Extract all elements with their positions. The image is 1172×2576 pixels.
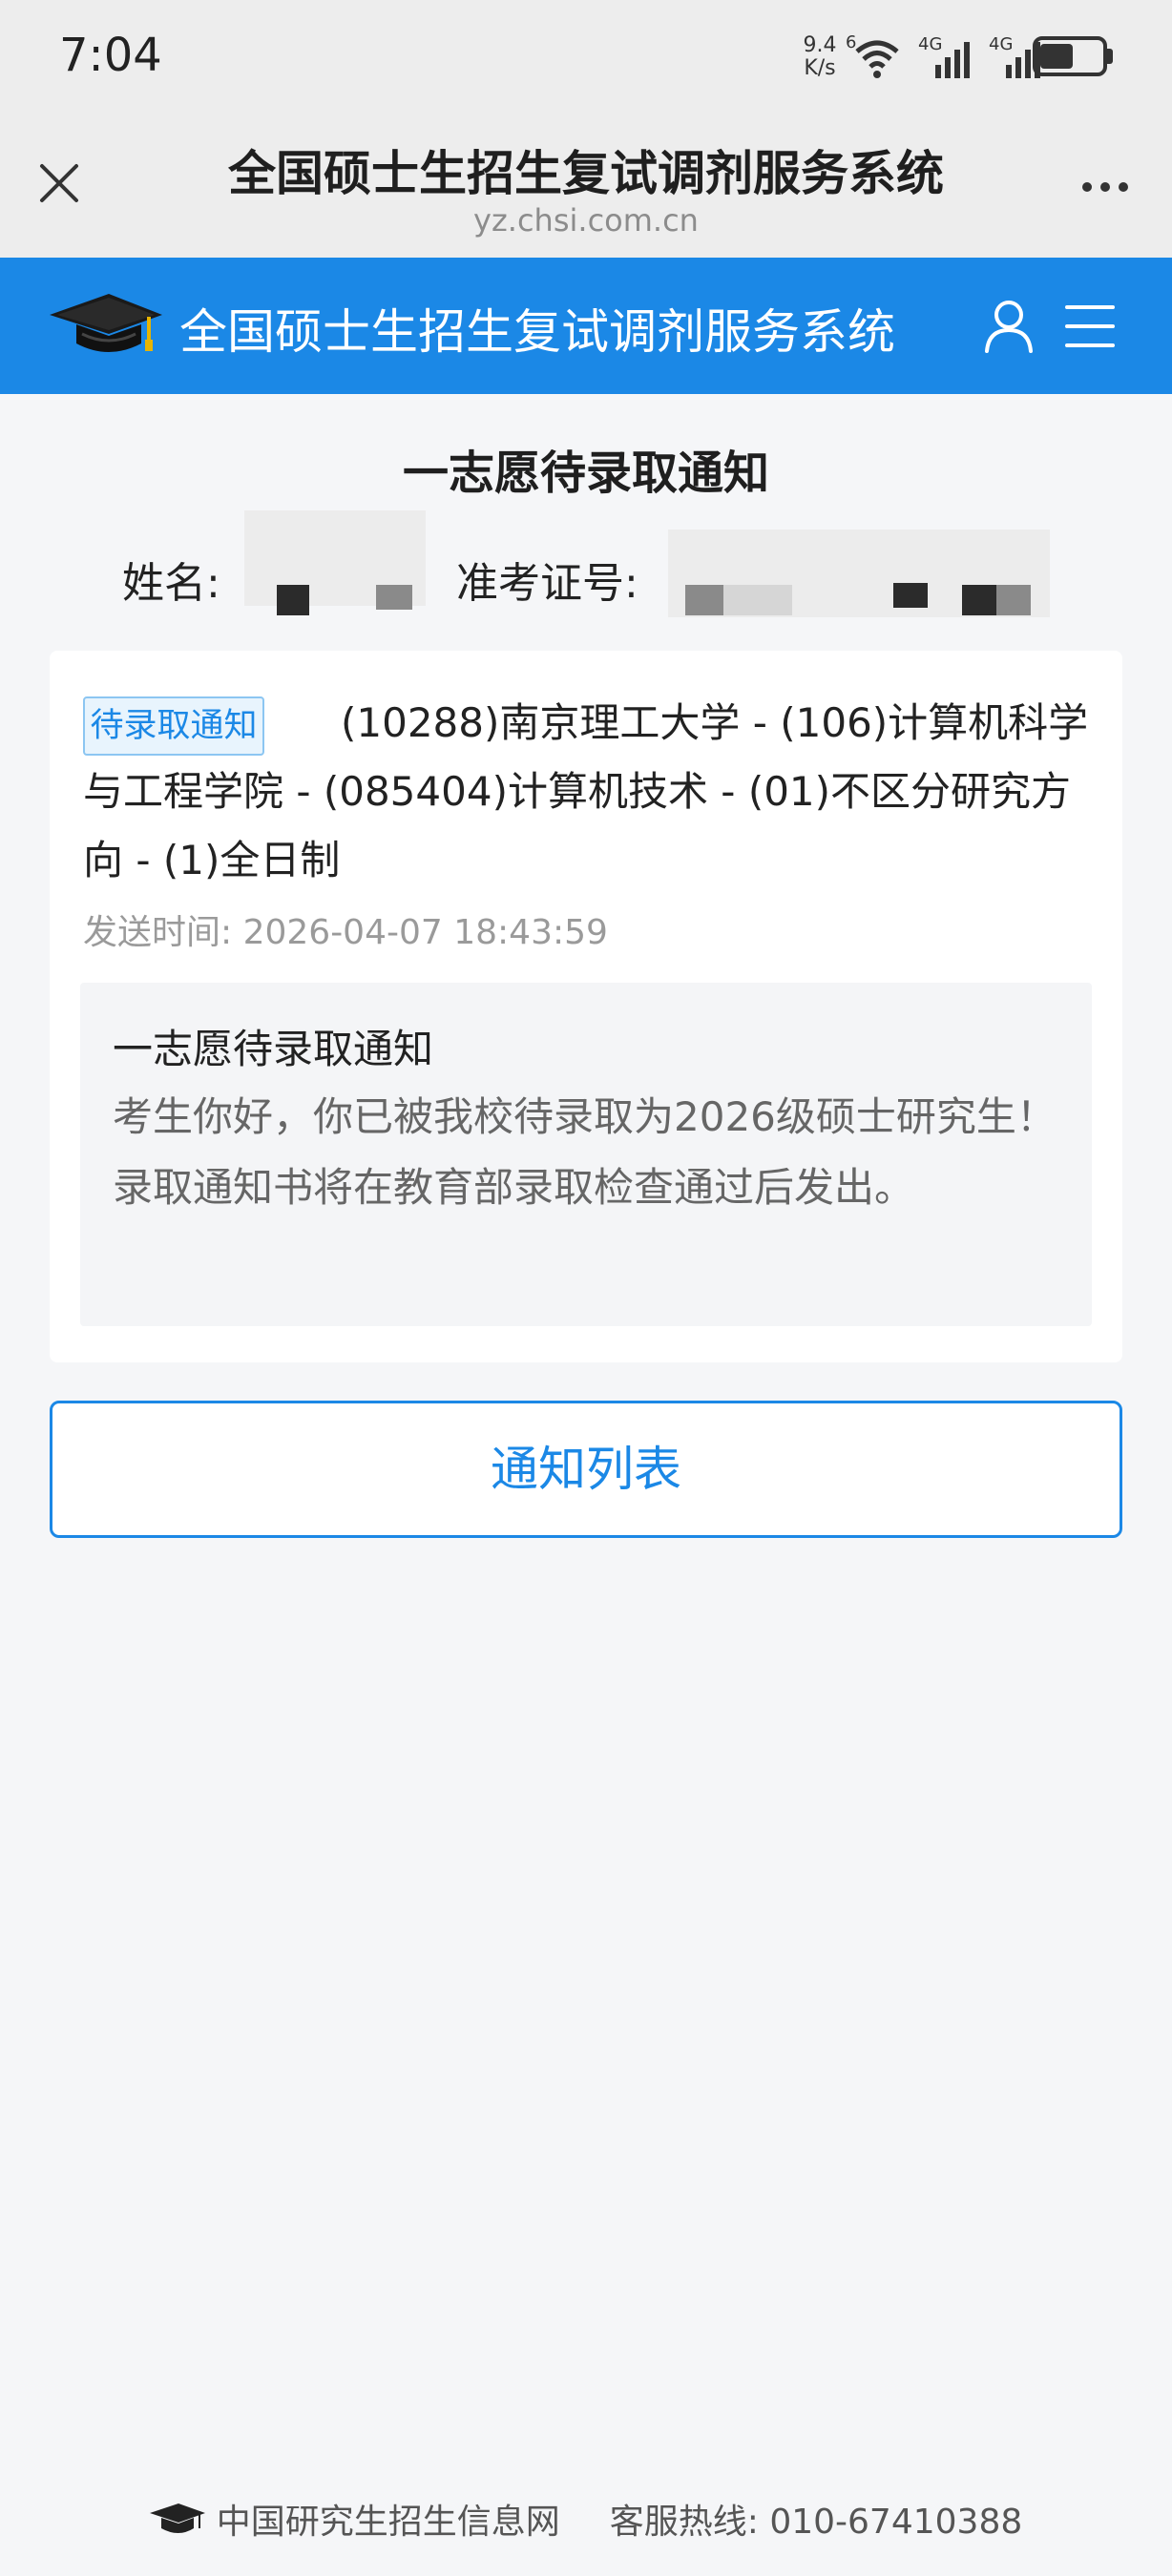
close-button[interactable] (29, 153, 90, 214)
user-button[interactable] (979, 296, 1038, 355)
user-icon (985, 301, 1033, 353)
graduation-cap-icon (149, 2503, 205, 2533)
net-speed-value: 9.4 (803, 33, 837, 57)
page-title: 一志愿待录取通知 (402, 447, 769, 500)
status-bar: 7:04 9.4 K/s 6 4G 4G (0, 0, 1172, 114)
net-speed: 9.4 K/s (798, 34, 842, 80)
close-icon (40, 164, 78, 202)
message-title: 一志愿待录取通知 (113, 1026, 434, 1072)
send-time: 发送时间: 2026-04-07 18:43:59 (83, 913, 608, 952)
status-badge: 待录取通知 (83, 696, 264, 756)
site-header: 全国硕士生招生复试调剂服务系统 (0, 258, 1172, 394)
menu-button[interactable] (1063, 300, 1117, 353)
battery-icon (1033, 36, 1113, 76)
graduation-cap-icon[interactable] (50, 292, 162, 361)
candidate-info: 姓名: 准考证号: (0, 510, 1172, 617)
footer: 中国研究生招生信息网 客服热线: 010-67410388 (0, 2490, 1172, 2547)
message-body: 考生你好，你已被我校待录取为2026级硕士研究生！录取通知书将在教育部录取检查通… (113, 1093, 1057, 1211)
site-title: 全国硕士生招生复试调剂服务系统 (179, 304, 895, 360)
webview-title: 全国硕士生招生复试调剂服务系统 (228, 146, 944, 201)
webview-domain: yz.chsi.com.cn (473, 202, 699, 239)
footer-hotline: 客服热线: 010-67410388 (609, 2503, 1023, 2542)
wifi-label: 6 (846, 32, 857, 52)
net-speed-unit: K/s (804, 56, 836, 80)
footer-site-link[interactable]: 中国研究生招生信息网 (217, 2494, 560, 2544)
more-button[interactable] (1067, 158, 1143, 216)
more-icon (1082, 182, 1092, 192)
wifi-icon: 6 (846, 32, 905, 84)
menu-icon (1065, 305, 1115, 347)
status-time: 7:04 (59, 29, 162, 82)
notice-card: (10288)南京理工大学 - (106)计算机科学与工程学院 - (08540… (50, 651, 1122, 1362)
message-box: 一志愿待录取通知 考生你好，你已被我校待录取为2026级硕士研究生！录取通知书将… (80, 983, 1092, 1326)
notice-list-button[interactable]: 通知列表 (50, 1401, 1122, 1538)
webview-titlebar: 全国硕士生招生复试调剂服务系统 yz.chsi.com.cn (0, 114, 1172, 258)
exam-id-label: 准考证号: (456, 559, 638, 608)
name-label: 姓名: (122, 559, 220, 608)
